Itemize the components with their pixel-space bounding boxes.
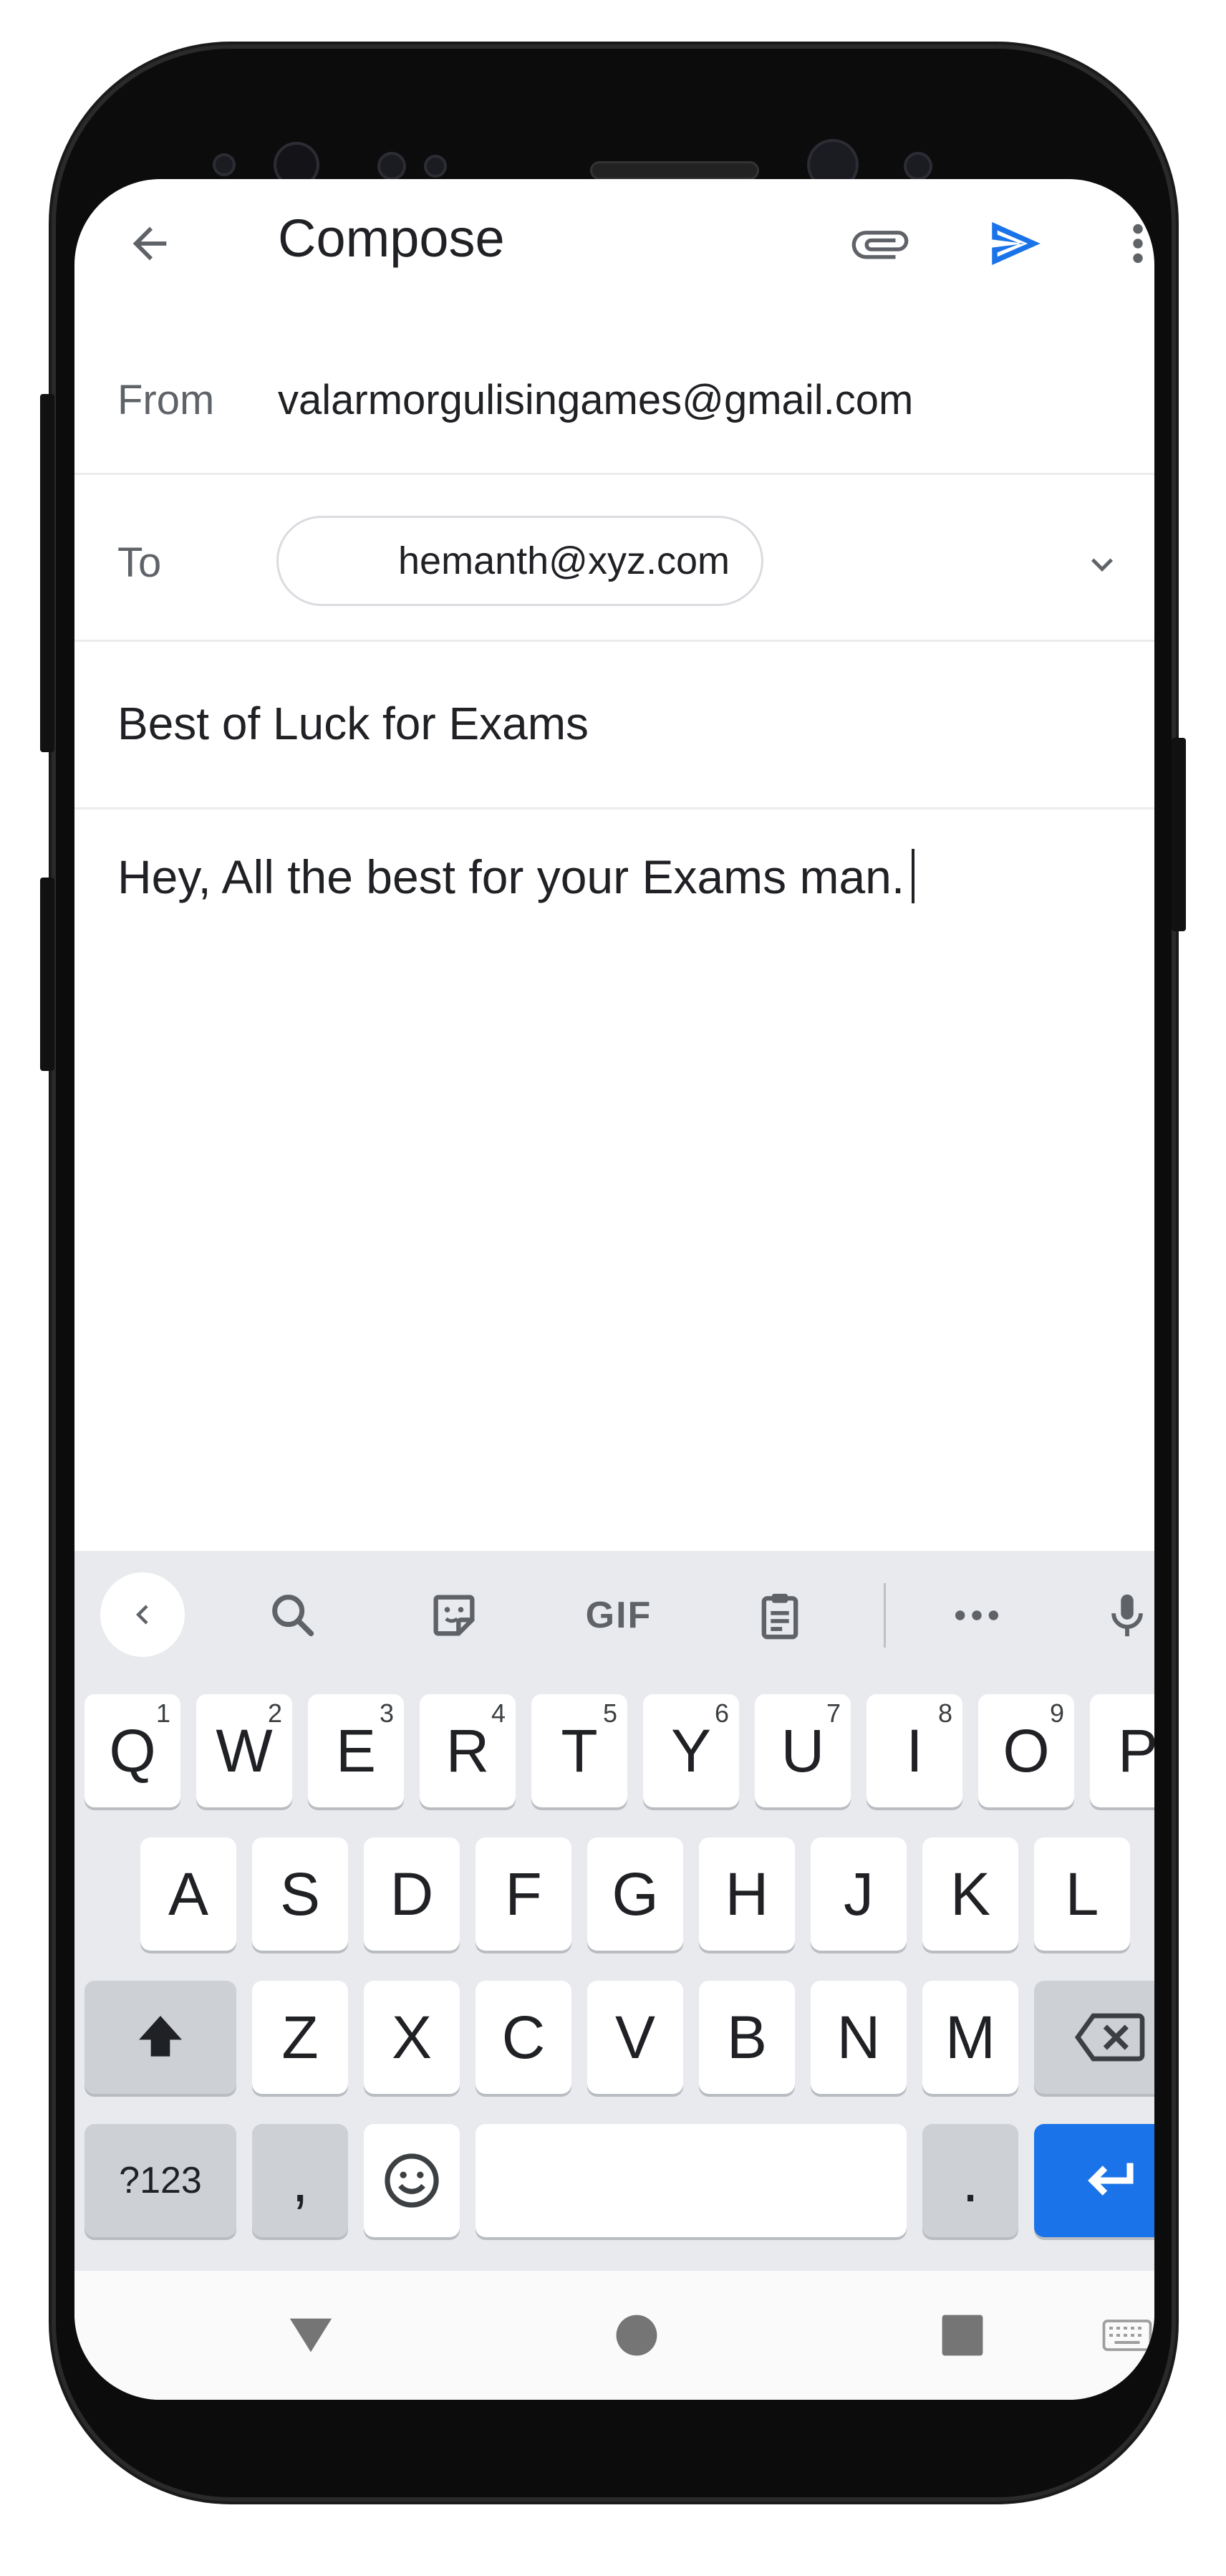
send-icon[interactable] [980,211,1052,276]
key[interactable]: N [811,1981,907,2094]
compose-app-bar: Compose [74,179,1154,308]
key-label: I [906,1716,923,1784]
sensor-icon [213,153,236,176]
key[interactable]: M [922,1981,1018,2094]
chevron-left-icon[interactable] [100,1572,185,1657]
key[interactable]: J [811,1837,907,1951]
subject-field[interactable]: Best of Luck for Exams [117,697,589,750]
recipient-chip[interactable]: hemanth@xyz.com [276,516,763,606]
key-label: Y [670,1716,712,1784]
key[interactable]: D [364,1837,460,1951]
shift-icon [139,2016,182,2057]
key[interactable]: A [140,1837,236,1951]
key[interactable]: B [699,1981,795,2094]
key-label: R [445,1716,490,1784]
paperclip-icon[interactable] [844,211,916,276]
sensor-icon [424,155,447,178]
key[interactable]: V [587,1981,683,2094]
shift-key[interactable] [85,1981,236,2094]
key[interactable]: P [1090,1694,1154,1807]
keyboard-toolbar: GIF [74,1551,1154,1680]
key-label: Q [109,1716,156,1784]
chevron-down-icon[interactable] [1073,536,1131,593]
key[interactable]: F [476,1837,571,1951]
key[interactable]: Z [252,1981,348,2094]
key-hint: 6 [714,1698,729,1728]
page-title: Compose [278,208,505,268]
key-hint: 8 [937,1698,952,1728]
key[interactable]: O9 [978,1694,1074,1807]
from-label: From [117,377,215,423]
backspace-key[interactable] [1034,1981,1154,2094]
keyboard-switch-icon[interactable] [1099,2307,1154,2364]
key[interactable]: R4 [420,1694,516,1807]
key-label: O [1003,1716,1050,1784]
key[interactable]: U7 [755,1694,851,1807]
key[interactable]: K [922,1837,1018,1951]
power-button [1172,738,1186,931]
key-hint: 3 [379,1698,394,1728]
message-body-text: Hey, All the best for your Exams man. [117,850,905,903]
enter-key[interactable] [1034,2124,1154,2237]
key-hint: 9 [1049,1698,1064,1728]
search-icon[interactable] [257,1580,329,1651]
space-key[interactable] [476,2124,907,2237]
backspace-icon [1074,2013,1145,2062]
key-label: T [561,1716,598,1784]
volume-button [40,878,54,1071]
key[interactable]: Q1 [85,1694,180,1807]
nav-home-icon[interactable] [601,2299,672,2371]
key-label: U [781,1716,825,1784]
key-hint: 4 [491,1698,506,1728]
microphone-icon[interactable] [1099,1580,1154,1651]
key-hint: 2 [267,1698,282,1728]
sticker-icon[interactable] [418,1580,490,1651]
toolbar-divider [884,1583,886,1648]
key-label: E [335,1716,377,1784]
clipboard-icon[interactable] [744,1580,816,1651]
recipient-chip-label: hemanth@xyz.com [398,539,730,582]
key[interactable]: X [364,1981,460,2094]
more-vert-icon[interactable] [1116,211,1154,276]
key[interactable]: H [699,1837,795,1951]
key-label: P [1117,1716,1154,1784]
emoji-icon [385,2153,439,2208]
emoji-key[interactable] [364,2124,460,2237]
text-cursor [912,849,915,903]
sensor-icon [904,152,932,181]
key[interactable]: I8 [867,1694,962,1807]
gif-button[interactable]: GIF [569,1580,669,1651]
screen: Compose From valarmorgulisingames@gmail.… [74,179,1154,2400]
key[interactable]: G [587,1837,683,1951]
key-label: ?123 [119,2160,202,2201]
key[interactable]: L [1034,1837,1130,1951]
more-horiz-icon[interactable] [941,1580,1013,1651]
key[interactable]: W2 [196,1694,292,1807]
arrow-back-icon[interactable] [117,211,182,276]
key[interactable]: C [476,1981,571,2094]
earpiece-speaker [590,161,759,180]
key[interactable]: T5 [531,1694,627,1807]
onscreen-keyboard: GIF Q1 W2 E3 R4 T5 Y6 U7 I8 O9 P A S D F… [74,1551,1154,2271]
key[interactable]: S [252,1837,348,1951]
key-hint: 7 [826,1698,841,1728]
key-label: W [216,1716,273,1784]
system-nav-bar [74,2271,1154,2400]
bixby-button [40,394,54,752]
enter-icon [1088,2163,1134,2196]
nav-recents-icon[interactable] [927,2299,998,2371]
nav-back-icon[interactable] [275,2299,347,2371]
message-body[interactable]: Hey, All the best for your Exams man. [117,849,915,904]
period-key[interactable]: . [922,2124,1018,2237]
from-field[interactable]: valarmorgulisingames@gmail.com [278,376,913,424]
key-hint: 1 [155,1698,170,1728]
sensor-icon [377,152,406,181]
key[interactable]: E3 [308,1694,404,1807]
comma-key[interactable]: , [252,2124,348,2237]
to-label: To [117,539,162,586]
key[interactable]: Y6 [643,1694,739,1807]
key-hint: 5 [602,1698,617,1728]
symbols-key[interactable]: ?123 [85,2124,236,2237]
